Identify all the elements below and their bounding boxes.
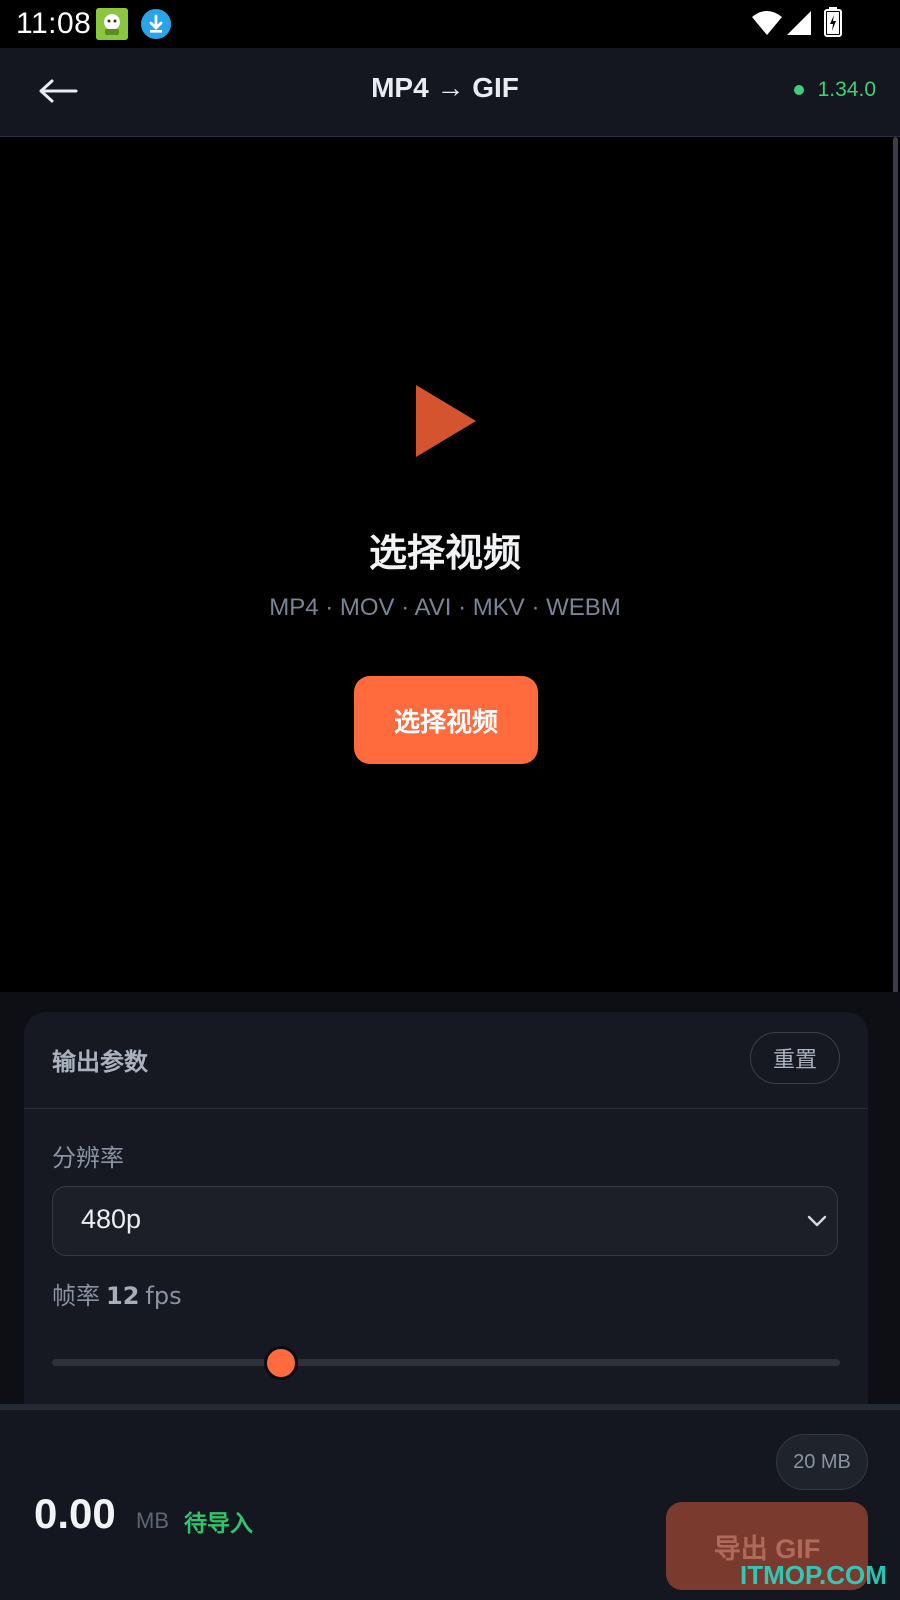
signal-icon — [786, 10, 812, 40]
page-title: MP4 → GIF — [371, 72, 519, 103]
size-limit-badge: 20 MB — [776, 1434, 868, 1490]
version-badge: 1.34.0 — [793, 78, 876, 102]
divider — [24, 1108, 868, 1109]
fps-unit: fps — [145, 1282, 182, 1310]
picker-title: 选择视频 — [368, 531, 521, 575]
select-video-button[interactable]: 选择视频 — [354, 676, 538, 764]
wifi-icon — [752, 10, 782, 40]
download-icon — [140, 8, 172, 40]
app-bar: MP4 → GIF 1.34.0 — [0, 48, 900, 137]
fps-slider-track[interactable] — [52, 1359, 840, 1366]
battery-charging-icon — [824, 7, 842, 41]
fps-label-row: 帧率 12 fps — [52, 1276, 182, 1311]
output-size-unit: MB — [136, 1508, 169, 1533]
version-text: 1.34.0 — [817, 78, 876, 101]
chevron-down-icon — [807, 1215, 827, 1227]
supported-formats: MP4 · MOV · AVI · MKV · WEBM — [269, 594, 621, 621]
screen: 11:08 MP4 → GIF 1.34.0 选择视频 MP4 · MOV · … — [0, 0, 900, 1600]
app-icon — [96, 8, 128, 40]
status-time: 11:08 — [16, 7, 92, 40]
import-status: 待导入 — [184, 1511, 253, 1537]
resolution-label: 分辨率 — [52, 1144, 124, 1172]
fps-label: 帧率 — [52, 1282, 100, 1310]
resolution-value: 480p — [81, 1204, 142, 1234]
watermark: ITMOP.COM — [740, 1560, 887, 1590]
card-title: 输出参数 — [52, 1048, 148, 1076]
reset-button[interactable]: 重置 — [750, 1032, 840, 1084]
status-bar: 11:08 — [0, 0, 900, 48]
output-size-value: 0.00 — [34, 1490, 116, 1537]
fps-value: 12 — [106, 1282, 140, 1310]
output-settings-card: 输出参数 重置 分辨率 480p — [24, 1012, 868, 1412]
resolution-select[interactable]: 480p — [52, 1186, 838, 1256]
status-dot-icon — [793, 85, 804, 95]
play-icon — [412, 383, 478, 463]
fps-slider-thumb[interactable] — [263, 1346, 298, 1380]
